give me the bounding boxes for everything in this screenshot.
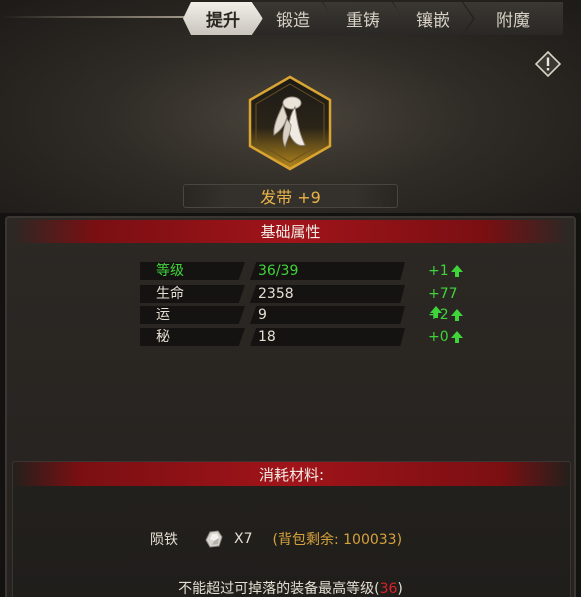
stat-value: 36/39 (258, 263, 299, 279)
material-name: 陨铁 (150, 532, 178, 548)
item-name: 发带 +9 (183, 184, 398, 208)
tab-inlay[interactable]: 镶嵌 (393, 2, 473, 35)
stat-row-level: 等级 36/39 +1 (140, 262, 470, 280)
stat-increase: +2 (428, 306, 464, 324)
stat-label: 秘 (156, 329, 170, 345)
stat-label: 等级 (156, 263, 184, 279)
tab-enchant[interactable]: 附魔 (463, 2, 563, 35)
bag-remaining: (背包剩余: 100033) (272, 532, 403, 548)
arrow-up-icon (450, 331, 463, 343)
stat-value: 2358 (258, 286, 294, 302)
stat-value: 18 (258, 329, 276, 345)
material-row: 陨铁 X7 (背包剩余: 100033) (150, 528, 402, 550)
limit-level: 36 (379, 581, 398, 597)
arrow-up-icon (450, 309, 463, 321)
stat-value: 9 (258, 307, 267, 323)
level-limit-note: 不能超过可掉落的装备最高等级(36) (178, 581, 403, 597)
materials-panel-title: 消耗材料: (12, 462, 571, 486)
item-slot-frame[interactable] (247, 75, 333, 171)
upgrade-tabs: 提升 锻造 重铸 镶嵌 附魔 (183, 2, 563, 35)
stat-row-secret: 秘 18 +0 (140, 328, 470, 346)
arrow-up-icon (450, 265, 463, 277)
tab-recast[interactable]: 重铸 (323, 2, 403, 35)
decorative-divider (0, 16, 200, 18)
tab-upgrade[interactable]: 提升 (183, 2, 263, 35)
stats-panel-title: 基础属性 (12, 220, 569, 243)
material-quantity: X7 (234, 531, 253, 547)
stat-increase: +0 (428, 328, 464, 346)
exclamation-diamond-icon[interactable] (535, 51, 561, 77)
stat-row-luck: 运 9 +2 (140, 306, 470, 324)
stat-label: 运 (156, 307, 170, 323)
meteoric-iron-icon[interactable] (204, 529, 224, 549)
tab-forge[interactable]: 锻造 (253, 2, 333, 35)
stat-increase: +1 (428, 262, 464, 280)
stat-value-bg (250, 306, 405, 324)
stat-label: 生命 (156, 286, 184, 302)
stat-row-hp: 生命 2358 +77 (140, 285, 470, 318)
